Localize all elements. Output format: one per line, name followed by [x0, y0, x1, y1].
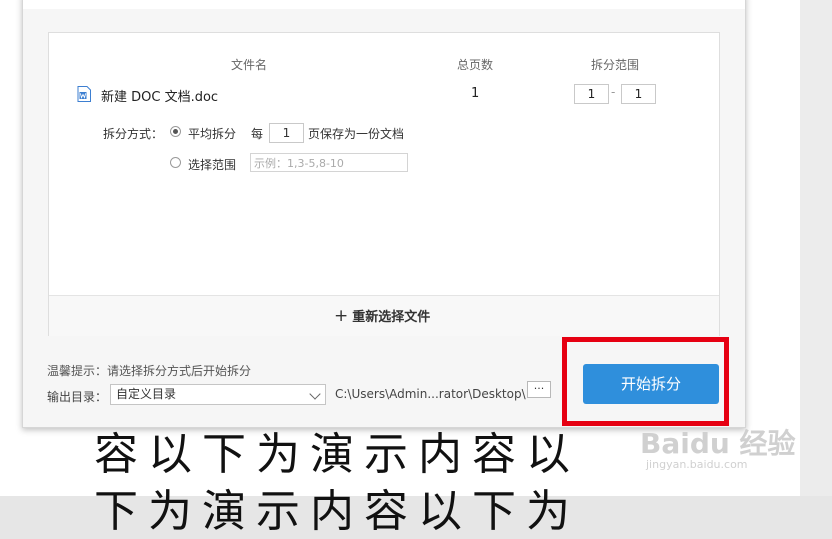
reselect-files-content: + 重新选择文件 [334, 306, 430, 326]
baidu-watermark: Baidu 经验 jingyan.baidu.com [640, 422, 796, 471]
column-header-filename: 文件名 [231, 58, 268, 72]
file-panel: 文件名 总页数 拆分范围 新建 DOC 文档.doc 1 1 - 1 拆分方式：… [48, 32, 720, 336]
range-to-input[interactable]: 1 [621, 84, 656, 104]
word-doc-icon [77, 86, 91, 102]
column-header-pages: 总页数 [457, 58, 494, 72]
page-count: 1 [471, 86, 480, 101]
watermark-main-text: Baidu 经验 [640, 427, 796, 460]
chevron-down-icon [309, 388, 321, 400]
output-dir-select[interactable]: 自定义目录 [110, 384, 326, 405]
start-split-button[interactable]: 开始拆分 [583, 364, 719, 404]
per-prefix-label: 每 [251, 127, 264, 141]
background-text-line: 下为演示内容以下为 [94, 486, 580, 537]
output-dir-label: 输出目录： [47, 390, 108, 404]
range-from-input[interactable]: 1 [574, 84, 609, 104]
output-path-text: C:\Users\Admin...rator\Desktop\ [335, 387, 526, 401]
option-average-label[interactable]: 平均拆分 [188, 125, 236, 142]
reselect-files-button[interactable]: + 重新选择文件 [49, 295, 719, 336]
dialog-header [23, 0, 745, 9]
plus-icon: + [334, 306, 349, 326]
range-input[interactable]: 示例：1,3-5,8-10 [250, 153, 408, 172]
radio-average-split[interactable] [170, 126, 181, 137]
per-suffix-label: 页保存为一份文档 [308, 127, 405, 141]
background-right-strip [800, 0, 832, 496]
reselect-files-label: 重新选择文件 [352, 310, 431, 325]
range-separator: - [611, 85, 616, 99]
pages-per-file-input[interactable]: 1 [269, 123, 304, 143]
split-mode-label: 拆分方式： [103, 127, 164, 141]
file-name: 新建 DOC 文档.doc [101, 90, 219, 105]
option-range-label[interactable]: 选择范围 [188, 156, 236, 173]
browse-button[interactable]: ··· [527, 381, 551, 398]
output-dir-selected-value: 自定义目录 [116, 387, 177, 401]
column-header-range: 拆分范围 [591, 58, 640, 72]
hint-text: 温馨提示：请选择拆分方式后开始拆分 [47, 364, 252, 378]
radio-select-range[interactable] [170, 157, 181, 168]
